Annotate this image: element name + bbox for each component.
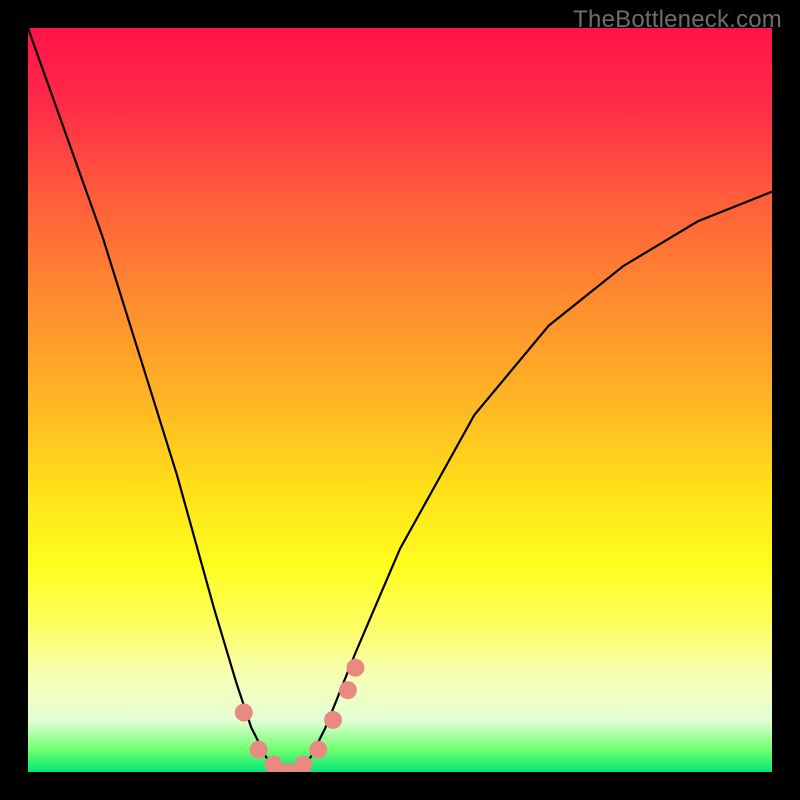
- curve-overlay: [28, 28, 772, 772]
- data-point: [339, 681, 357, 699]
- data-point: [324, 711, 342, 729]
- data-point: [346, 659, 364, 677]
- marker-group: [235, 659, 365, 772]
- chart-container: TheBottleneck.com: [0, 0, 800, 800]
- data-point: [250, 741, 268, 759]
- data-point: [309, 741, 327, 759]
- plot-area: [28, 28, 772, 772]
- watermark-text: TheBottleneck.com: [573, 6, 782, 34]
- bottleneck-curve: [28, 28, 772, 772]
- data-point: [235, 704, 253, 722]
